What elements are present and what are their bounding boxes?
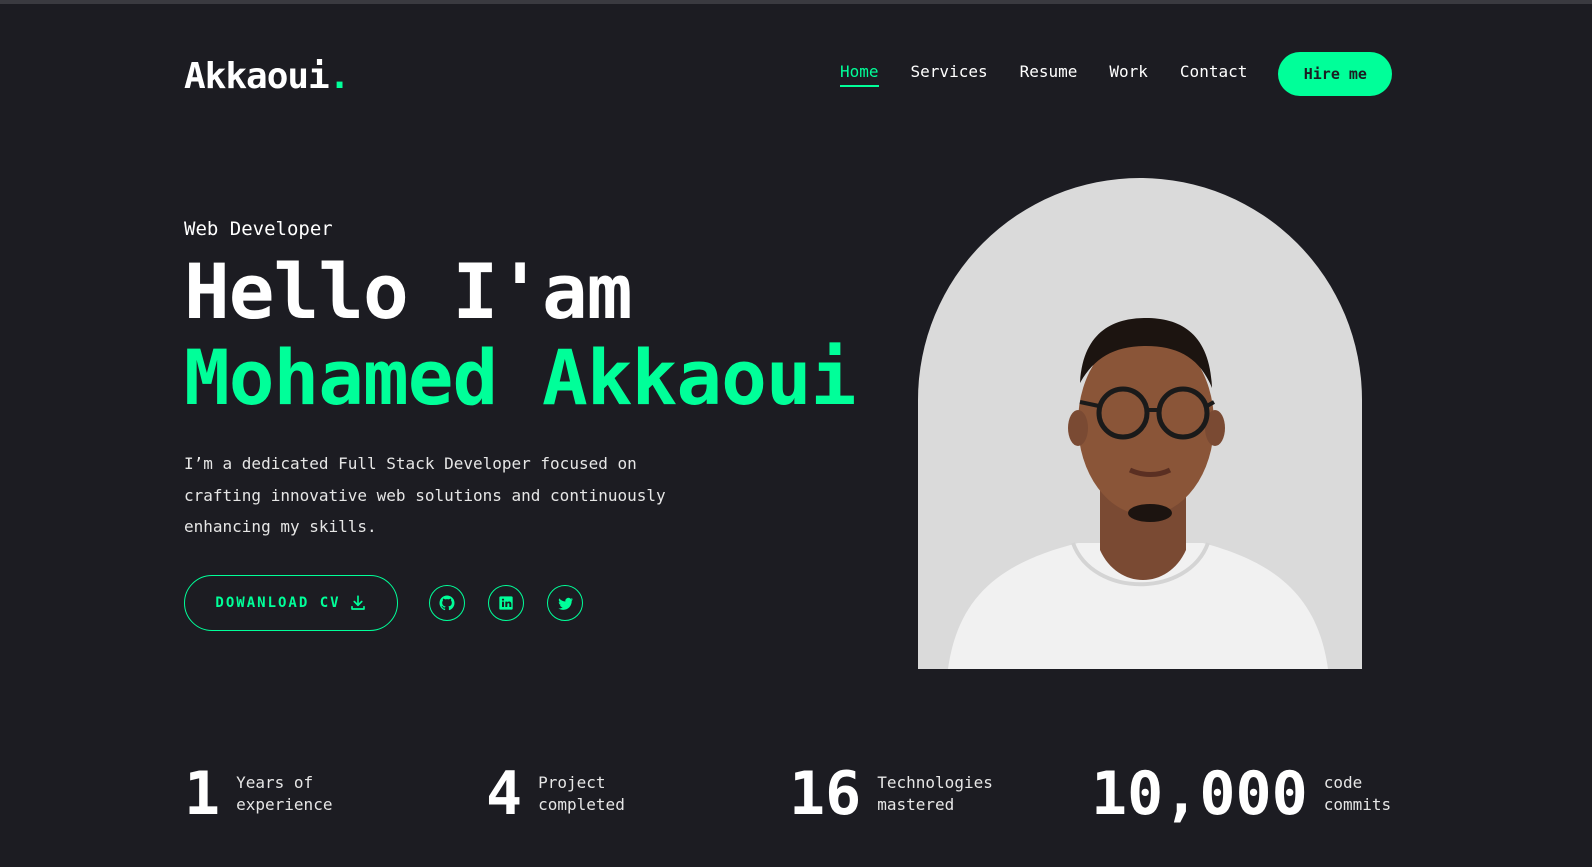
- role-subtitle: Web Developer: [184, 218, 333, 240]
- stat-technologies: 16 Technologies mastered: [789, 764, 993, 824]
- greeting-heading: Hello I'am: [184, 247, 633, 336]
- stat-projects: 4 Project completed: [486, 764, 625, 824]
- stat-number: 10,000: [1091, 759, 1308, 829]
- linkedin-link[interactable]: [488, 585, 524, 621]
- stat-experience: 1 Years of experience: [184, 764, 332, 824]
- download-cv-label: DOWANLOAD CV: [215, 595, 341, 611]
- main-nav: Home Services Resume Work Contact Hire m…: [840, 52, 1393, 96]
- github-icon: [439, 595, 455, 611]
- nav-contact[interactable]: Contact: [1180, 62, 1247, 87]
- portfolio-page: Akkaoui. Home Services Resume Work Conta…: [0, 0, 1592, 867]
- profile-photo: [918, 178, 1362, 669]
- linkedin-icon: [499, 596, 513, 610]
- nav-resume[interactable]: Resume: [1020, 62, 1078, 87]
- portrait-illustration: [948, 318, 1328, 669]
- nav-services[interactable]: Services: [911, 62, 988, 87]
- hire-me-button[interactable]: Hire me: [1278, 52, 1393, 96]
- github-link[interactable]: [429, 585, 465, 621]
- stat-label: Project completed: [538, 773, 625, 814]
- nav-home[interactable]: Home: [840, 62, 879, 87]
- name-heading: Mohamed Akkaoui: [184, 333, 856, 422]
- stat-label: Years of experience: [236, 773, 333, 814]
- logo-dot: .: [328, 56, 351, 97]
- twitter-link[interactable]: [547, 585, 583, 621]
- download-icon: [350, 595, 365, 610]
- stat-label: code commits: [1323, 773, 1392, 814]
- site-logo[interactable]: Akkaoui.: [184, 56, 351, 97]
- bio-text: I’m a dedicated Full Stack Developer foc…: [184, 454, 666, 536]
- twitter-icon: [557, 597, 573, 610]
- stat-number: 16: [789, 759, 862, 829]
- stat-number: 1: [184, 759, 221, 829]
- stat-label: Technologies mastered: [877, 773, 993, 814]
- logo-text: Akkaoui: [184, 56, 330, 97]
- nav-work[interactable]: Work: [1109, 62, 1148, 87]
- stat-number: 4: [486, 759, 523, 829]
- stat-commits: 10,000 code commits: [1091, 764, 1391, 824]
- download-cv-button[interactable]: DOWANLOAD CV: [184, 575, 398, 631]
